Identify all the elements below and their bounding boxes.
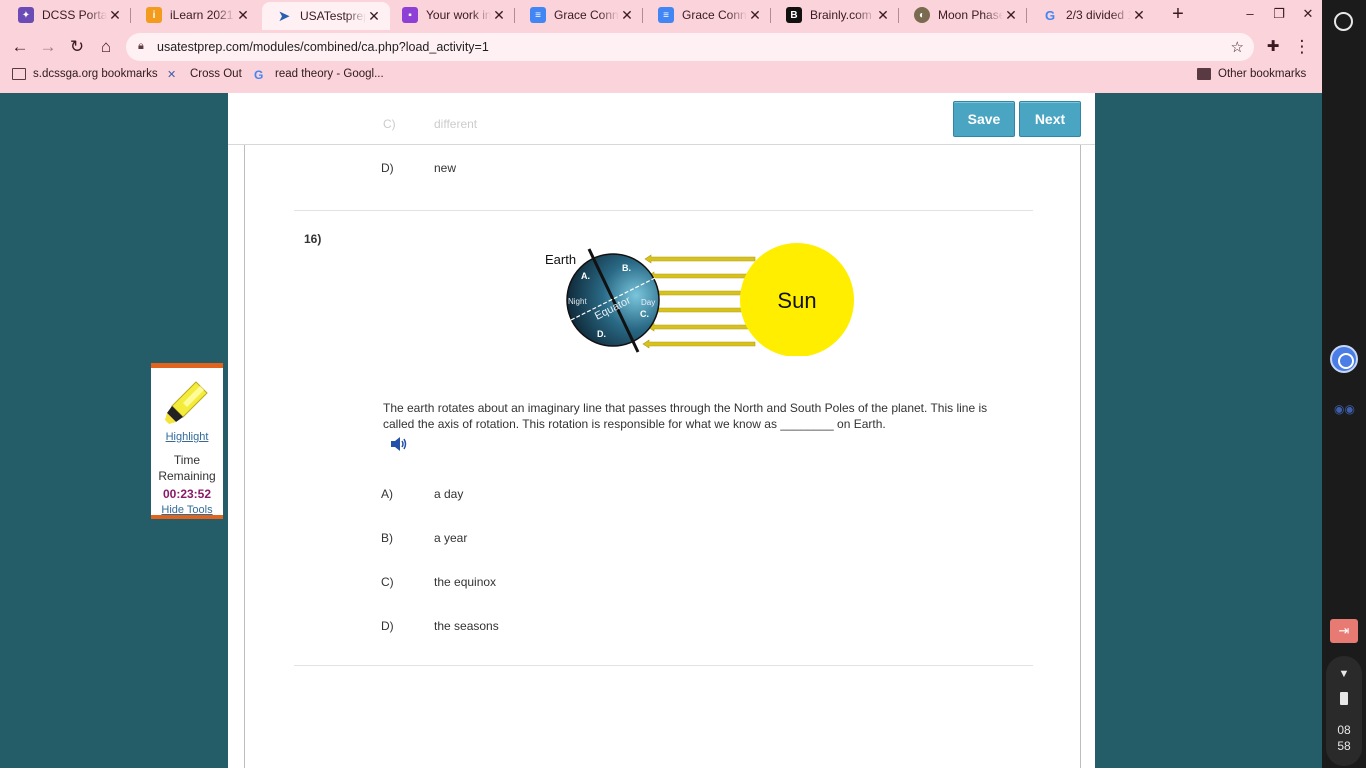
- tab-title: USATestprep,: [300, 9, 366, 23]
- restore-button[interactable]: ❐: [1270, 6, 1288, 24]
- extensions-icon[interactable]: ✚: [1261, 35, 1285, 59]
- divider: [294, 665, 1033, 666]
- tab-title: Grace Conner: [554, 8, 619, 22]
- speaker-icon[interactable]: [389, 436, 409, 452]
- lock-icon: 🔒︎: [138, 40, 144, 52]
- hide-tools-link[interactable]: Hide Tools: [151, 504, 223, 516]
- folder-icon: [1197, 68, 1211, 80]
- point-d-label: D.: [597, 329, 606, 339]
- tab-title: Brainly.com - F: [810, 8, 875, 22]
- tab-grace-conner-1[interactable]: ≡ Grace Conner ✕: [516, 0, 643, 30]
- tab-brainly[interactable]: B Brainly.com - F ✕: [772, 0, 899, 30]
- bookmarks-bar: s.dcssga.org bookmarks ✕ Cross Out G rea…: [0, 63, 1322, 89]
- cross-out-icon: ✕: [167, 69, 177, 81]
- close-icon[interactable]: ✕: [1131, 7, 1147, 24]
- tab-strip: ✦ DCSS Portal - ✕ i iLearn 2021 H ✕ ➤ US…: [0, 0, 1322, 30]
- chromeos-shelf: ◉◉ ⇥ ▼ 08 58: [1322, 0, 1366, 768]
- sun-label: Sun: [777, 288, 816, 313]
- assistant-icon[interactable]: [1330, 345, 1358, 373]
- bookmark-cross-out[interactable]: ✕ Cross Out: [167, 68, 242, 81]
- battery-icon: [1340, 692, 1348, 705]
- close-icon[interactable]: ✕: [619, 7, 635, 24]
- owl-extension-icon[interactable]: ◉◉: [1334, 402, 1356, 416]
- tools-panel: Highlight Time Remaining 00:23:52 Hide T…: [151, 363, 223, 519]
- browser-chrome: ✦ DCSS Portal - ✕ i iLearn 2021 H ✕ ➤ US…: [0, 0, 1322, 93]
- address-bar[interactable]: 🔒︎ usatestprep.com/modules/combined/ca.p…: [126, 33, 1254, 61]
- folder-icon: [12, 68, 26, 80]
- dcss-portal-icon: ✦: [18, 7, 34, 23]
- close-icon[interactable]: ✕: [1003, 7, 1019, 24]
- url-text[interactable]: usatestprep.com/modules/combined/ca.php?…: [157, 40, 489, 54]
- moon-phase-icon: ◐: [914, 7, 930, 23]
- launcher-icon[interactable]: [1334, 12, 1353, 31]
- bookmark-read-theory[interactable]: G read theory - Googl...: [254, 68, 384, 82]
- minimize-button[interactable]: –: [1241, 6, 1259, 24]
- day-label: Day: [641, 298, 655, 307]
- question-text: The earth rotates about an imaginary lin…: [383, 401, 988, 431]
- tab-title: Grace Conner: [682, 8, 747, 22]
- clock: 08 58: [1337, 723, 1351, 753]
- earth-label: Earth: [545, 252, 576, 267]
- close-icon[interactable]: ✕: [747, 7, 763, 24]
- assessment-page: D) new 16) Sun Earth Night Day Equator A…: [228, 93, 1095, 768]
- menu-icon[interactable]: ⋮: [1290, 35, 1314, 59]
- countdown-timer: 00:23:52: [162, 487, 212, 501]
- divider: [294, 210, 1033, 211]
- next-button[interactable]: Next: [1019, 101, 1081, 137]
- highlight-link[interactable]: Highlight: [151, 431, 223, 443]
- back-icon[interactable]: ←: [8, 35, 32, 59]
- close-icon[interactable]: ✕: [491, 7, 507, 24]
- tab-dcss-portal[interactable]: ✦ DCSS Portal - ✕: [4, 0, 131, 30]
- action-bar: C) different Save Next: [228, 93, 1095, 145]
- ilearn-icon: i: [146, 7, 162, 23]
- point-c-label: C.: [640, 309, 649, 319]
- wifi-icon: ▼: [1338, 668, 1350, 680]
- tab-title: Moon Phase c: [938, 8, 1003, 22]
- forward-icon[interactable]: →: [36, 35, 60, 59]
- close-icon[interactable]: ✕: [235, 7, 251, 24]
- save-button[interactable]: Save: [953, 101, 1015, 137]
- tab-title: DCSS Portal -: [42, 8, 107, 22]
- question-frame: D) new 16) Sun Earth Night Day Equator A…: [244, 145, 1081, 768]
- tab-title: Your work in M: [426, 8, 491, 22]
- earth-sun-diagram: Sun Earth Night Day Equator A. B. C. D.: [545, 243, 854, 356]
- tab-usatestprep[interactable]: ➤ USATestprep, ✕: [262, 2, 390, 30]
- sunlight-arrows: [642, 254, 756, 349]
- tab-your-work[interactable]: ▪ Your work in M ✕: [388, 0, 515, 30]
- classroom-icon: ▪: [402, 7, 418, 23]
- bookmark-other[interactable]: Other bookmarks: [1197, 68, 1306, 80]
- tab-moon-phase[interactable]: ◐ Moon Phase c ✕: [900, 0, 1027, 30]
- prev-choice-c-faded: C) different: [383, 117, 478, 131]
- tab-title: iLearn 2021 H: [170, 8, 235, 22]
- google-icon: G: [1044, 7, 1056, 23]
- home-icon[interactable]: ⌂: [94, 35, 118, 59]
- question-number: 16): [304, 232, 322, 246]
- close-icon[interactable]: ✕: [366, 8, 382, 25]
- exit-icon[interactable]: ⇥: [1330, 619, 1358, 643]
- night-label: Night: [568, 297, 587, 306]
- google-icon: G: [254, 68, 264, 82]
- status-tray[interactable]: ▼ 08 58: [1326, 656, 1362, 766]
- tab-google-search[interactable]: G 2/3 divided 1/ ✕: [1028, 0, 1155, 30]
- tab-grace-conner-2[interactable]: ≡ Grace Conner ✕: [644, 0, 771, 30]
- brainly-icon: B: [786, 7, 802, 23]
- reload-icon[interactable]: ↻: [65, 35, 89, 59]
- bookmark-dcssga[interactable]: s.dcssga.org bookmarks: [12, 68, 158, 80]
- highlighter-icon[interactable]: [163, 378, 211, 426]
- google-docs-icon: ≡: [530, 7, 546, 23]
- cursor-pointer-icon: ➤: [277, 8, 291, 25]
- tab-ilearn[interactable]: i iLearn 2021 H ✕: [132, 0, 259, 30]
- close-window-button[interactable]: ✕: [1299, 6, 1317, 24]
- google-docs-icon: ≡: [658, 7, 674, 23]
- close-icon[interactable]: ✕: [875, 7, 891, 24]
- point-b-label: B.: [622, 263, 631, 273]
- browser-toolbar: ← → ↻ ⌂ 🔒︎ usatestprep.com/modules/combi…: [0, 31, 1322, 63]
- close-icon[interactable]: ✕: [107, 7, 123, 24]
- bookmark-star-icon[interactable]: ☆: [1231, 38, 1244, 56]
- point-a-label: A.: [581, 271, 590, 281]
- new-tab-button[interactable]: +: [1168, 4, 1188, 25]
- time-remaining-label: Time Remaining: [158, 453, 216, 483]
- tab-title: 2/3 divided 1/: [1066, 8, 1131, 22]
